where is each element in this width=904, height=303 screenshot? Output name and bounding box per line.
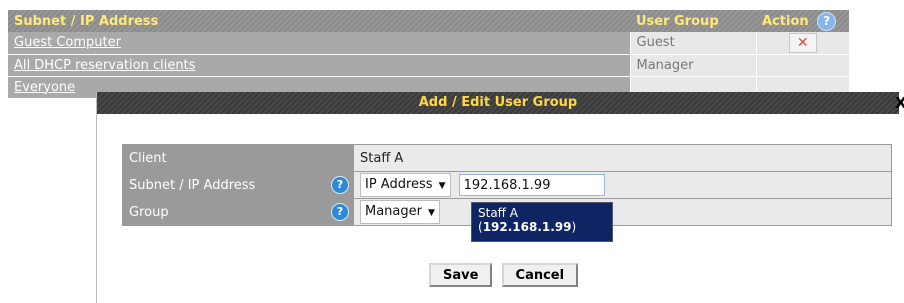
autocomplete-suggestion[interactable]: Staff A (192.168.1.99): [471, 202, 613, 242]
row-group: Manager: [629, 54, 756, 77]
row-group: Guest: [629, 32, 756, 55]
help-icon[interactable]: ?: [331, 203, 349, 221]
cancel-button[interactable]: Cancel: [501, 263, 579, 287]
group-select[interactable]: Manager ▼: [360, 200, 440, 224]
add-edit-user-group-dialog: Add / Edit User Group X Client Staff A S…: [96, 92, 904, 303]
group-value-cell: Manager ▼: [353, 198, 892, 226]
row-action: [755, 54, 849, 77]
help-icon[interactable]: ?: [817, 11, 837, 31]
row-subnet-link[interactable]: Guest Computer: [8, 32, 630, 55]
suggestion-ip: 192.168.1.99: [482, 220, 572, 234]
suggestion-ip-line: (192.168.1.99): [478, 220, 577, 234]
dialog-title: Add / Edit User Group: [97, 92, 899, 114]
header-action: Action ?: [756, 10, 849, 32]
group-label: Group: [129, 204, 169, 220]
user-group-table: Subnet / IP Address User Group Action ? …: [8, 10, 849, 99]
row-subnet-link[interactable]: All DHCP reservation clients: [8, 54, 630, 77]
client-value: Staff A: [353, 144, 892, 172]
row-action: ✕: [755, 32, 849, 55]
help-icon[interactable]: ?: [331, 176, 349, 194]
chevron-down-icon: ▼: [427, 208, 435, 218]
subnet-label-cell: Subnet / IP Address ?: [122, 171, 354, 199]
ip-address-input[interactable]: 192.168.1.99: [458, 174, 605, 196]
save-button[interactable]: Save: [429, 263, 493, 287]
form-row-subnet: Subnet / IP Address ? IP Address ▼ 192.16…: [122, 171, 892, 199]
table-header-row: Subnet / IP Address User Group Action ?: [8, 10, 849, 32]
group-label-cell: Group ?: [122, 198, 354, 226]
header-subnet: Subnet / IP Address: [8, 10, 630, 32]
subnet-type-value: IP Address: [365, 177, 433, 192]
form-row-client: Client Staff A: [122, 144, 892, 172]
group-select-value: Manager: [365, 204, 422, 219]
close-icon[interactable]: X: [895, 92, 904, 114]
header-action-label: Action: [762, 13, 809, 29]
client-label: Client: [122, 144, 354, 172]
chevron-down-icon: ▼: [438, 181, 446, 191]
subnet-label: Subnet / IP Address: [129, 177, 256, 193]
subnet-value-cell: IP Address ▼ 192.168.1.99: [353, 171, 892, 199]
delete-icon[interactable]: ✕: [788, 32, 817, 53]
table-row: All DHCP reservation clients Manager: [8, 54, 849, 77]
dialog-buttons: Save Cancel: [429, 263, 582, 287]
table-row: Guest Computer Guest ✕: [8, 32, 849, 55]
suggestion-name: Staff A: [478, 206, 518, 220]
header-user-group: User Group: [630, 10, 756, 32]
subnet-type-select[interactable]: IP Address ▼: [360, 173, 451, 197]
